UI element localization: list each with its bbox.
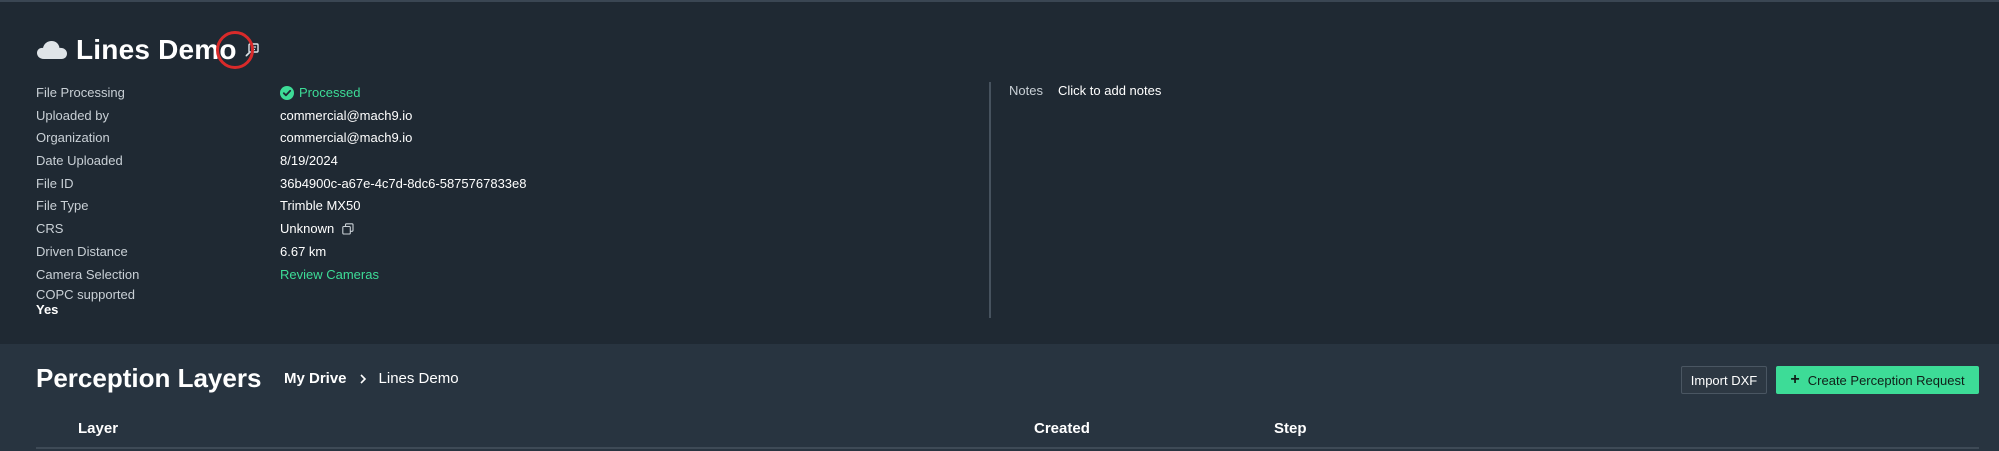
column-header-created[interactable]: Created — [1034, 420, 1090, 437]
status-text: Processed — [299, 85, 361, 100]
detail-label: File Processing — [36, 85, 125, 100]
detail-row-file-id: File ID 36b4900c-a67e-4c7d-8dc6-58757678… — [36, 173, 976, 196]
detail-row-uploaded-by: Uploaded by commercial@mach9.io — [36, 105, 976, 128]
notes-field[interactable]: Click to add notes — [1058, 83, 1161, 98]
detail-value: Trimble MX50 — [280, 198, 361, 214]
detail-value: commercial@mach9.io — [280, 130, 413, 146]
page-title: Lines Demo — [76, 34, 237, 65]
detail-label: Camera Selection — [36, 266, 140, 282]
copc-value: Yes — [36, 302, 59, 317]
import-dxf-button[interactable]: Import DXF — [1681, 366, 1767, 394]
highlight-annotation — [216, 31, 254, 69]
detail-label: Uploaded by — [36, 107, 109, 123]
breadcrumb-current: Lines Demo — [378, 370, 459, 387]
detail-value: 36b4900c-a67e-4c7d-8dc6-5875767833e8 — [280, 175, 527, 191]
copc-label: COPC supported — [36, 287, 135, 302]
detail-value: commercial@mach9.io — [280, 107, 413, 123]
detail-value: 6.67 km — [280, 243, 327, 259]
layers-table-header: Layer Created Step — [36, 420, 1979, 446]
cloud-icon — [37, 41, 67, 59]
create-button-label: Create Perception Request — [1807, 372, 1965, 388]
processing-status: Processed — [280, 82, 360, 105]
detail-label: Date Uploaded — [36, 153, 123, 169]
detail-row-crs: CRS Unknown — [36, 218, 976, 241]
column-header-step[interactable]: Step — [1274, 420, 1307, 437]
column-header-layer[interactable]: Layer — [78, 420, 118, 437]
vertical-divider — [989, 82, 991, 318]
breadcrumb: My Drive Lines Demo — [284, 370, 459, 387]
breadcrumb-root-link[interactable]: My Drive — [284, 370, 347, 387]
table-header-divider — [36, 447, 1979, 449]
detail-value: 8/19/2024 — [280, 153, 338, 169]
detail-value: Unknown — [280, 221, 335, 237]
detail-label: File Type — [36, 198, 89, 214]
crs-value: Unknown — [280, 218, 354, 241]
copy-icon[interactable] — [342, 223, 354, 236]
plus-icon: + — [1790, 371, 1800, 388]
check-circle-icon — [280, 86, 294, 101]
detail-label: Organization — [36, 130, 110, 146]
detail-label: Driven Distance — [36, 243, 128, 259]
section-title: Perception Layers — [36, 363, 262, 393]
create-perception-request-button[interactable]: + Create Perception Request — [1776, 366, 1979, 394]
review-cameras-link[interactable]: Review Cameras — [280, 264, 379, 287]
notes-label: Notes — [1009, 83, 1043, 98]
detail-row-organization: Organization commercial@mach9.io — [36, 127, 976, 150]
chevron-right-icon — [359, 373, 367, 384]
detail-row-file-processing: File Processing Processed — [36, 82, 976, 105]
detail-label: CRS — [36, 221, 64, 237]
detail-row-camera-selection: Camera Selection Review Cameras — [36, 264, 976, 287]
detail-row-date-uploaded: Date Uploaded 8/19/2024 — [36, 150, 976, 173]
detail-label: File ID — [36, 175, 74, 191]
detail-row-file-type: File Type Trimble MX50 — [36, 195, 976, 218]
file-details: File Processing Processed Uploaded by co… — [36, 82, 976, 286]
detail-row-driven-distance: Driven Distance 6.67 km — [36, 241, 976, 264]
